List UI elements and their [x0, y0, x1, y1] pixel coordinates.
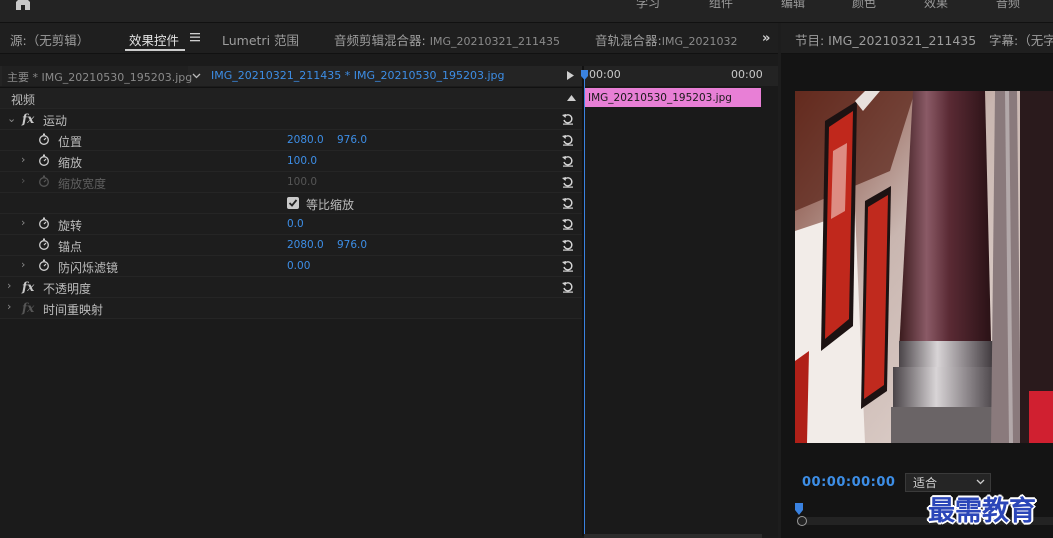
chevron-right-icon: › [21, 174, 26, 187]
reset-icon[interactable] [562, 176, 574, 188]
time-remap-effect-row[interactable]: › fx 时间重映射 [0, 298, 583, 319]
timeline-scrollbar[interactable] [584, 534, 762, 538]
fx-icon: fx [22, 301, 35, 315]
motion-effect-row[interactable]: ⌄ fx 运动 [0, 109, 583, 130]
reset-icon[interactable] [562, 134, 574, 146]
more-tabs-chevron-icon[interactable]: » [762, 31, 770, 46]
position-label: 位置 [58, 135, 83, 149]
tab-effect-controls[interactable]: 效果控件 [129, 30, 179, 49]
workspace-editing[interactable]: 编辑 [781, 0, 805, 11]
program-video-frame[interactable] [795, 91, 1053, 443]
timeline-clip-label: IMG_20210530_195203.jpg [588, 92, 732, 104]
workspace-learn[interactable]: 学习 [636, 0, 660, 11]
stopwatch-icon[interactable] [38, 259, 50, 271]
anti-flicker-property-row: › 防闪烁滤镜 0.00 [0, 256, 583, 277]
reset-icon[interactable] [562, 239, 574, 251]
anchor-property-row: 锚点 2080.0 976.0 [0, 235, 583, 256]
scale-property-row: › 缩放 100.0 [0, 151, 583, 172]
opacity-label: 不透明度 [43, 282, 92, 296]
home-icon[interactable] [14, 0, 32, 11]
reset-icon[interactable] [562, 113, 574, 125]
rotation-property-row: › 旋转 0.0 [0, 214, 583, 235]
checkmark-icon [288, 199, 298, 207]
stopwatch-icon[interactable] [38, 238, 50, 250]
timeline-end-time: 00:00 [731, 68, 763, 81]
chevron-down-icon[interactable]: ⌄ [7, 112, 16, 125]
tab-audio-clip-mixer-label: 音频剪辑混合器: [334, 33, 426, 48]
collapse-up-icon[interactable] [567, 95, 576, 101]
scrub-handle[interactable] [797, 516, 807, 526]
position-property-row: 位置 2080.0 976.0 [0, 130, 583, 151]
tab-audio-clip-mixer[interactable]: 音频剪辑混合器: IMG_20210321_211435 [334, 30, 560, 49]
chevron-right-icon[interactable]: › [21, 258, 25, 271]
workspace-assembly[interactable]: 组件 [709, 0, 733, 11]
stopwatch-icon[interactable] [38, 154, 50, 166]
program-timecode[interactable]: 00:00:00:00 [802, 475, 895, 490]
rotation-label: 旋转 [58, 219, 83, 233]
position-y-value[interactable]: 976.0 [337, 134, 367, 146]
playhead-icon[interactable] [581, 70, 588, 80]
time-remap-label: 时间重映射 [43, 303, 104, 317]
motion-label: 运动 [43, 114, 68, 128]
uniform-scale-label: 等比缩放 [306, 198, 355, 212]
reset-icon[interactable] [562, 155, 574, 167]
restaurant-pipe-photo [795, 91, 1053, 443]
rotation-value[interactable]: 0.0 [287, 218, 304, 230]
tab-audio-track-mixer[interactable]: 音轨混合器:IMG_2021032 [595, 30, 737, 49]
scale-width-property-row: › 缩放宽度 100.0 [0, 172, 583, 193]
anti-flicker-value[interactable]: 0.00 [287, 260, 310, 272]
stopwatch-icon [39, 175, 49, 187]
panel-menu-icon[interactable] [190, 32, 200, 42]
reset-icon[interactable] [562, 218, 574, 230]
position-x-value[interactable]: 2080.0 [287, 134, 324, 146]
opacity-effect-row[interactable]: › fx 不透明度 [0, 277, 583, 298]
tab-audio-clip-mixer-seq: IMG_20210321_211435 [429, 35, 560, 48]
sequence-clip-label[interactable]: IMG_20210321_211435 * IMG_20210530_19520… [211, 69, 505, 82]
chevron-down-icon[interactable] [192, 73, 201, 79]
tab-audio-track-mixer-seq: IMG_2021032 [661, 35, 738, 48]
uniform-scale-checkbox[interactable] [287, 197, 299, 209]
active-tab-indicator [125, 49, 185, 51]
workspace-bar: 学习 组件 编辑 颜色 效果 音频 [0, 0, 1053, 23]
tab-program[interactable]: 节目: IMG_20210321_211435 [795, 30, 976, 49]
chevron-right-icon[interactable]: › [7, 279, 11, 292]
fx-icon[interactable]: fx [22, 280, 34, 294]
timeline-start-time: 00:00 [589, 68, 621, 81]
program-monitor-header: 节目: IMG_20210321_211435 字幕:（无字 [781, 23, 1053, 54]
playhead-line[interactable] [584, 70, 585, 534]
reset-icon[interactable] [562, 260, 574, 272]
watermark-logo: 最需教育 [928, 496, 1036, 527]
reset-icon[interactable] [562, 281, 574, 293]
tab-captions[interactable]: 字幕:（无字 [989, 30, 1053, 49]
play-triangle-icon[interactable] [567, 71, 574, 80]
master-clip-label[interactable]: 主要 * IMG_20210530_195203.jpg [7, 69, 192, 85]
chevron-down-icon[interactable] [976, 477, 985, 486]
tab-source[interactable]: 源:（无剪辑） [10, 30, 89, 49]
anti-flicker-label: 防闪烁滤镜 [58, 261, 119, 275]
stopwatch-icon[interactable] [38, 217, 50, 229]
anchor-y-value[interactable]: 976.0 [337, 239, 367, 251]
chevron-right-icon[interactable]: › [21, 216, 25, 229]
stopwatch-icon[interactable] [38, 133, 50, 145]
scale-width-label: 缩放宽度 [58, 177, 107, 191]
scale-label: 缩放 [58, 156, 83, 170]
video-section-header: 视频 [0, 88, 583, 109]
anchor-label: 锚点 [58, 240, 83, 254]
scale-value[interactable]: 100.0 [287, 155, 317, 167]
fx-icon[interactable]: fx [22, 112, 34, 126]
scale-width-value: 100.0 [287, 176, 318, 188]
video-header-label: 视频 [11, 93, 36, 107]
anchor-x-value[interactable]: 2080.0 [287, 239, 324, 251]
workspace-audio[interactable]: 音频 [996, 0, 1020, 11]
workspace-color[interactable]: 颜色 [852, 0, 876, 11]
chevron-right-icon[interactable]: › [7, 300, 11, 313]
effect-timeline[interactable] [584, 66, 778, 536]
playhead-icon[interactable] [795, 503, 803, 515]
chevron-right-icon[interactable]: › [21, 153, 25, 166]
tab-lumetri-scopes[interactable]: Lumetri 范围 [222, 30, 299, 49]
tab-audio-track-mixer-label: 音轨混合器: [595, 33, 662, 48]
workspace-effects[interactable]: 效果 [924, 0, 948, 11]
reset-icon[interactable] [562, 197, 574, 209]
panel-tab-bar: 源:（无剪辑） 效果控件 Lumetri 范围 音频剪辑混合器: IMG_202… [0, 23, 778, 54]
